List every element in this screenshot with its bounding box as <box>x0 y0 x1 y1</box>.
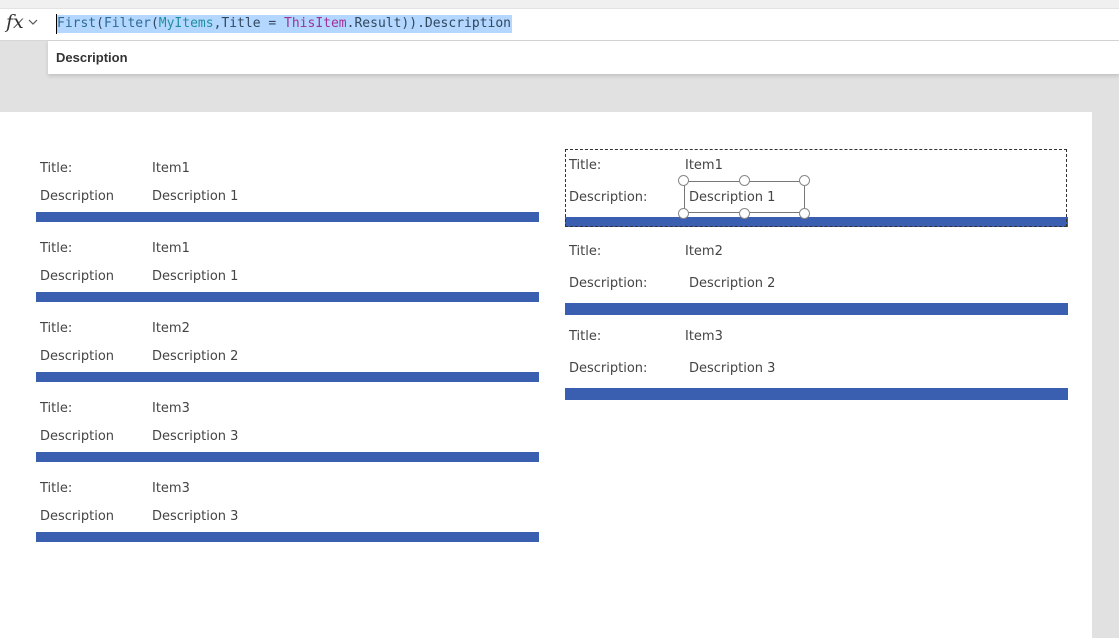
selected-gallery-template[interactable] <box>565 149 1067 227</box>
description-label: Description <box>40 509 115 524</box>
title-label: Title: <box>569 329 602 344</box>
formula-input[interactable]: First(Filter(MyItems,Title = ThisItem.Re… <box>56 15 513 33</box>
formula-token-myitems: MyItems <box>158 16 214 31</box>
title-value[interactable]: Item1 <box>152 241 190 257</box>
description-value[interactable]: Description 3 <box>152 429 238 445</box>
title-label: Title: <box>40 161 73 176</box>
description-value[interactable]: Description 1 <box>152 269 238 285</box>
title-label: Title: <box>569 244 602 259</box>
description-label: Description <box>40 349 115 364</box>
description-value[interactable]: Description 3 <box>689 361 775 377</box>
top-strip <box>0 0 1119 9</box>
app-canvas: Title: Item1 Description Description 1 T… <box>0 112 1092 638</box>
separator-bar <box>36 212 539 222</box>
formula-bar: fx First(Filter(MyItems,Title = ThisItem… <box>0 9 1119 41</box>
formula-token-tail: .Result)).Description <box>346 16 512 31</box>
title-value[interactable]: Item2 <box>685 244 723 260</box>
title-value[interactable]: Item1 <box>152 161 190 177</box>
description-label: Description <box>40 269 115 284</box>
title-value[interactable]: Item2 <box>152 321 190 337</box>
title-value[interactable]: Item3 <box>152 481 190 497</box>
separator-bar <box>36 292 539 302</box>
separator-bar <box>36 532 539 542</box>
resize-handle[interactable] <box>799 175 810 186</box>
description-label: Description <box>40 189 115 204</box>
title-value[interactable]: Item3 <box>685 329 723 345</box>
title-label: Title: <box>40 481 73 496</box>
separator-bar <box>36 452 539 462</box>
title-value[interactable]: Item3 <box>152 401 190 417</box>
title-label: Title: <box>40 321 73 336</box>
description-label: Description: <box>569 276 648 291</box>
description-label: Description: <box>569 361 648 376</box>
resize-handle[interactable] <box>678 175 689 186</box>
formula-token-paren: ( <box>150 16 159 31</box>
resize-handle[interactable] <box>799 208 810 219</box>
intellisense-suggestion[interactable]: Description <box>56 50 128 65</box>
description-value[interactable]: Description 3 <box>152 509 238 525</box>
text-caret <box>56 14 57 34</box>
formula-token-thisitem: ThisItem <box>284 16 347 31</box>
formula-token-first: First <box>57 16 97 31</box>
separator-bar <box>565 388 1068 400</box>
separator-bar <box>36 372 539 382</box>
formula-token-paren: ( <box>96 16 104 31</box>
resize-handle[interactable] <box>739 208 750 219</box>
formula-token-filter: Filter <box>103 16 151 31</box>
description-value[interactable]: Description 2 <box>152 349 238 365</box>
description-label: Description <box>40 429 115 444</box>
resize-handle[interactable] <box>678 208 689 219</box>
description-value[interactable]: Description 2 <box>689 276 775 292</box>
resize-handle[interactable] <box>739 175 750 186</box>
title-label: Title: <box>40 241 73 256</box>
title-label: Title: <box>40 401 73 416</box>
fx-icon[interactable]: fx <box>6 11 24 33</box>
intellisense-popup: Description <box>48 41 1119 74</box>
chevron-down-icon[interactable] <box>28 18 38 26</box>
separator-bar <box>565 303 1068 315</box>
description-value[interactable]: Description 1 <box>152 189 238 205</box>
formula-token-mid: ,Title = <box>213 16 285 31</box>
